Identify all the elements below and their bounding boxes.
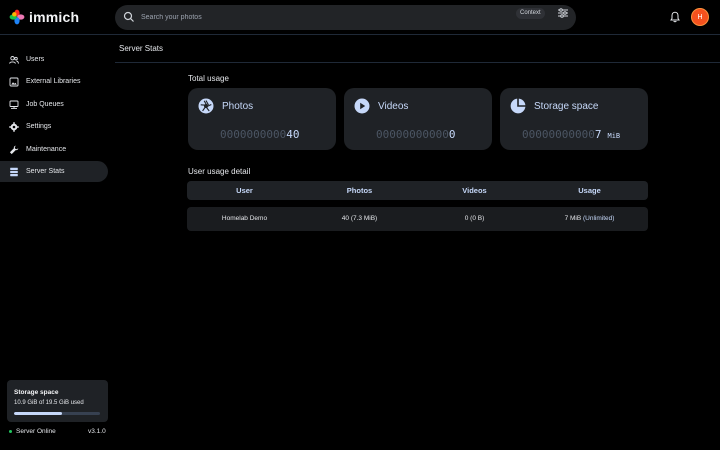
sidebar-item-label: Settings	[26, 123, 52, 130]
server-status: Server Online	[9, 428, 56, 435]
usage-table-header: User Photos Videos Usage	[187, 181, 648, 200]
column-header-videos: Videos	[462, 186, 487, 195]
videos-stat-value: 000000000000	[376, 128, 455, 141]
sidebar-item-label: Server Stats	[26, 168, 65, 175]
storage-title: Storage space	[14, 389, 59, 396]
app-name: immich	[29, 9, 80, 25]
usage-limit: (Unlimited)	[583, 215, 615, 222]
server-status-text: Server Online	[16, 428, 56, 435]
storage-stat-title: Storage space	[534, 101, 599, 112]
camera-iris-icon	[198, 98, 214, 114]
sidebar-item-maintenance[interactable]: Maintenance	[0, 139, 108, 160]
sidebar-item-label: Maintenance	[26, 146, 67, 153]
column-header-user: User	[236, 186, 253, 195]
photos-stat-card: Photos 000000000040	[188, 88, 336, 150]
sidebar-item-external-libraries[interactable]: External Libraries	[0, 71, 108, 92]
sidebar-item-users[interactable]: Users	[0, 49, 108, 70]
photos-stat-value: 000000000040	[220, 128, 299, 141]
total-usage-heading: Total usage	[188, 74, 229, 83]
notifications-bell-icon[interactable]	[669, 11, 681, 23]
version-label[interactable]: v3.1.0	[88, 428, 106, 435]
play-circle-icon	[354, 98, 370, 114]
server-icon	[10, 167, 18, 176]
search-input[interactable]	[141, 8, 501, 27]
cell-photos: 40 (7.3 MiB)	[341, 215, 378, 222]
sidebar-item-settings[interactable]: Settings	[0, 116, 108, 137]
usage-amount: 7 MiB	[564, 215, 582, 222]
immich-logo-icon	[9, 9, 25, 25]
sidebar-item-label: External Libraries	[26, 78, 81, 85]
sidebar-item-server-stats[interactable]: Server Stats	[0, 161, 108, 182]
cell-user: Homelab Demo	[221, 215, 268, 222]
photos-count: 40	[286, 128, 300, 141]
gear-icon	[9, 121, 19, 132]
top-bar: immich Context H	[0, 0, 720, 35]
videos-count: 0	[448, 128, 456, 141]
storage-stat-card: Storage space 000000000007 MiB	[500, 88, 648, 150]
photos-stat-title: Photos	[222, 101, 254, 112]
storage-progress-fill	[14, 412, 63, 415]
videos-leading-zeros: 00000000000	[376, 128, 449, 141]
column-header-usage: Usage	[578, 186, 601, 195]
divider	[115, 62, 720, 63]
jobs-icon	[9, 100, 19, 109]
storage-amount: 7	[594, 128, 602, 141]
column-header-photos: Photos	[346, 186, 373, 195]
context-search-button[interactable]: Context	[516, 8, 545, 19]
photos-leading-zeros: 0000000000	[220, 128, 287, 141]
filter-options-icon[interactable]	[557, 7, 569, 19]
status-online-dot	[9, 430, 12, 433]
search-icon[interactable]	[123, 11, 135, 23]
sidebar-item-job-queues[interactable]: Job Queues	[0, 94, 108, 115]
user-avatar[interactable]: H	[691, 8, 709, 26]
table-row: Homelab Demo 40 (7.3 MiB) 0 (0 B) 7 MiB …	[187, 207, 648, 231]
videos-stat-card: Videos 000000000000	[344, 88, 492, 150]
storage-unit: MiB	[607, 132, 621, 140]
sidebar-item-label: Job Queues	[26, 101, 64, 108]
search-bar[interactable]	[115, 5, 576, 30]
cell-videos: 0 (0 B)	[464, 215, 485, 222]
cell-usage: 7 MiB (Unlimited)	[532, 215, 647, 222]
page-title: Server Stats	[119, 44, 164, 53]
storage-leading-zeros: 00000000000	[522, 128, 595, 141]
users-icon	[9, 55, 19, 64]
storage-progress-bar	[14, 412, 100, 415]
library-icon	[9, 77, 19, 86]
storage-used-text: 10.9 GiB of 19.5 GiB used	[14, 400, 84, 406]
storage-usage-card: Storage space 10.9 GiB of 19.5 GiB used	[7, 380, 108, 422]
sidebar-item-label: Users	[26, 56, 45, 63]
pie-chart-icon	[510, 98, 526, 114]
app-logo[interactable]: immich	[9, 9, 79, 25]
storage-stat-value: 000000000007 MiB	[522, 128, 620, 141]
videos-stat-title: Videos	[378, 101, 409, 112]
wrench-icon	[9, 145, 19, 154]
user-usage-heading: User usage detail	[188, 167, 251, 176]
